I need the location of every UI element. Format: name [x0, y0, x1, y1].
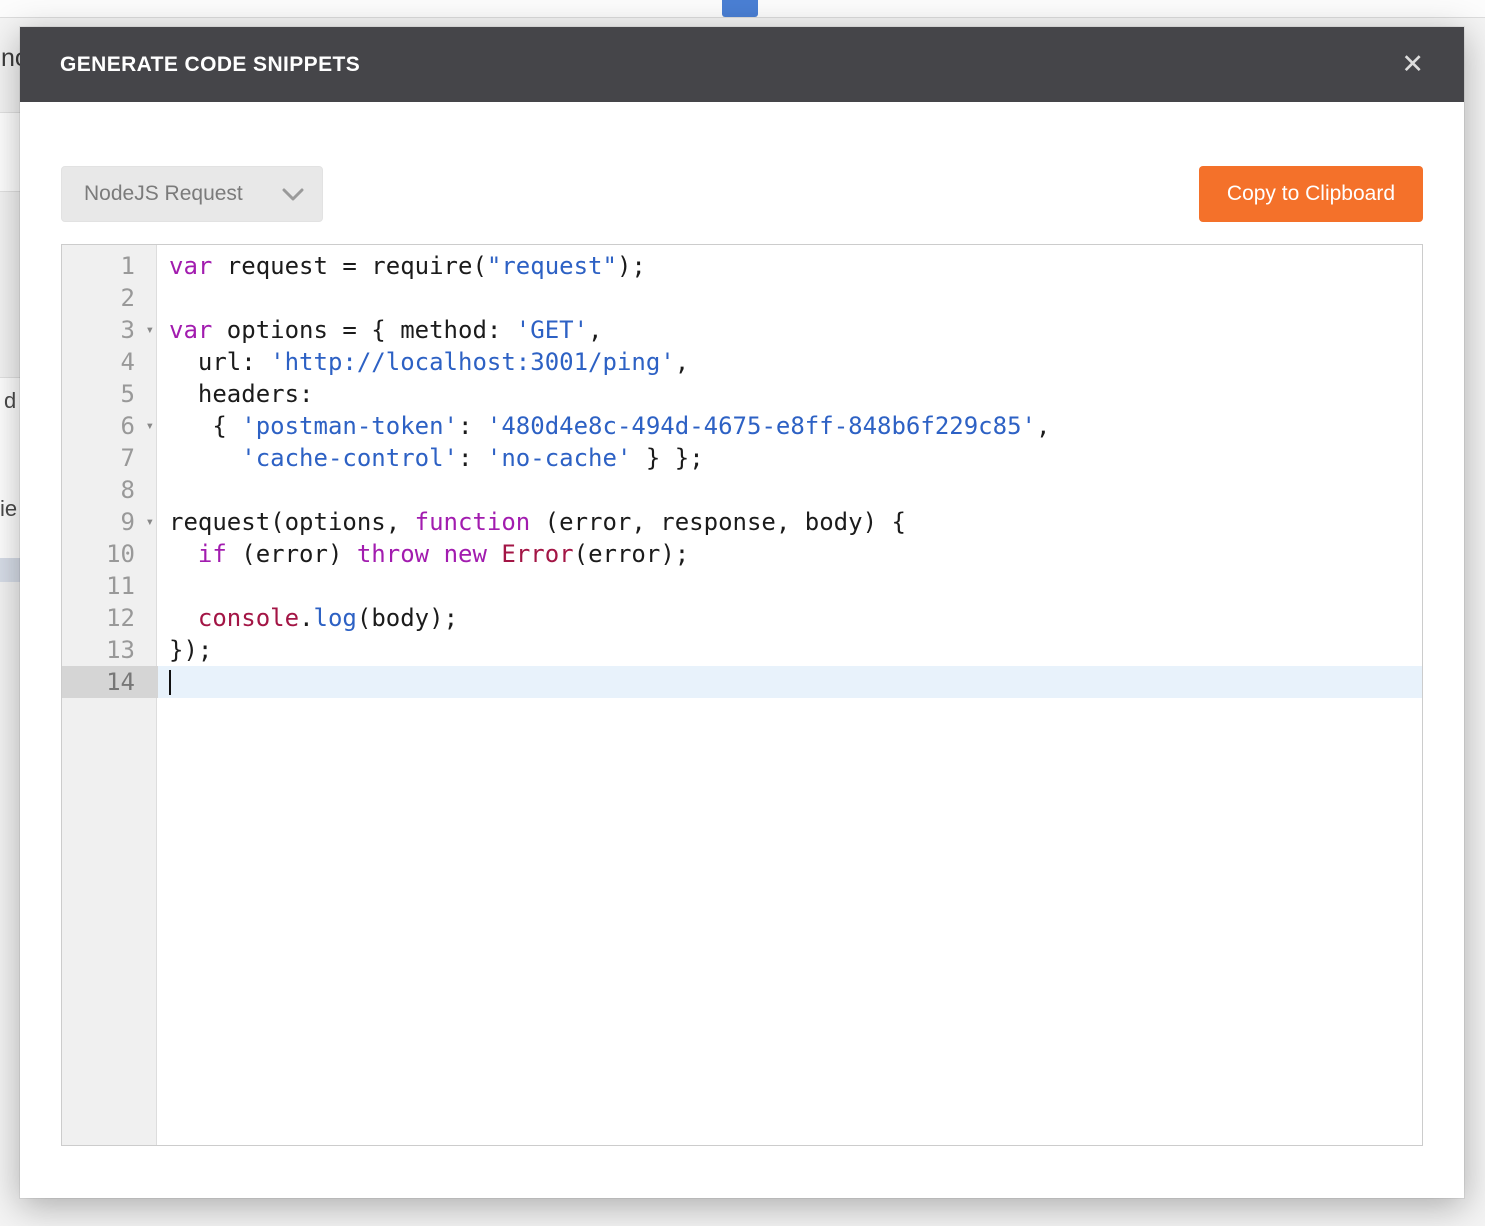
code-text: var request = require("request"); — [169, 252, 646, 280]
background-text-fragment: ie — [0, 496, 18, 521]
code-text: url: 'http://localhost:3001/ping', — [169, 348, 690, 376]
code-line[interactable]: 8 — [62, 474, 1422, 506]
line-number: 2 — [120, 284, 135, 312]
code-line[interactable]: 12 console.log(body); — [62, 602, 1422, 634]
background-selected-row-fragment — [0, 558, 20, 582]
generate-code-snippets-modal: GENERATE CODE SNIPPETS ✕ NodeJS Request … — [20, 27, 1464, 1198]
line-number: 1 — [120, 252, 135, 280]
code-text: var options = { method: 'GET', — [169, 316, 603, 344]
background-panel-fragment — [0, 112, 20, 192]
code-line[interactable]: 6 ▾ { 'postman-token': '480d4e8c-494d-467… — [62, 410, 1422, 442]
fold-marker-icon[interactable]: ▾ — [146, 410, 154, 442]
line-number: 3 ▾ — [120, 314, 154, 346]
language-dropdown-value: NodeJS Request — [84, 182, 243, 205]
code-line[interactable]: 2 — [62, 282, 1422, 314]
line-number: 9 ▾ — [120, 506, 154, 538]
modal-header: GENERATE CODE SNIPPETS ✕ — [20, 27, 1464, 102]
code-text: headers: — [169, 380, 328, 408]
modal-body: NodeJS Request Copy to Clipboard 1 var re… — [20, 102, 1464, 1198]
line-number: 11 — [106, 572, 135, 600]
line-number: 4 — [120, 348, 135, 376]
code-line[interactable]: 11 — [62, 570, 1422, 602]
code-line[interactable]: 3 ▾ var options = { method: 'GET', — [62, 314, 1422, 346]
code-line[interactable]: 10 if (error) throw new Error(error); — [62, 538, 1422, 570]
code-line[interactable]: 14 — [62, 666, 1422, 698]
code-editor[interactable]: 1 var request = require("request"); 2 3 ▾ var… — [61, 244, 1423, 1146]
line-number: 7 — [120, 444, 135, 472]
language-dropdown[interactable]: NodeJS Request — [61, 166, 323, 222]
code-lines: 1 var request = require("request"); 2 3 ▾ var… — [62, 245, 1422, 698]
code-text: request(options, function (error, respon… — [169, 508, 906, 536]
line-number: 5 — [120, 380, 135, 408]
background-text-fragment: d — [4, 388, 17, 413]
line-number: 14 — [62, 666, 158, 698]
code-text — [158, 666, 1422, 698]
code-text: }); — [169, 636, 213, 664]
close-icon[interactable]: ✕ — [1401, 51, 1424, 78]
code-line[interactable]: 4 url: 'http://localhost:3001/ping', — [62, 346, 1422, 378]
line-number: 6 ▾ — [120, 410, 154, 442]
line-number: 10 — [106, 540, 135, 568]
line-number: 8 — [120, 476, 135, 504]
code-text: { 'postman-token': '480d4e8c-494d-4675-e… — [169, 412, 1051, 440]
modal-title: GENERATE CODE SNIPPETS — [60, 52, 361, 76]
code-line[interactable]: 5 headers: — [62, 378, 1422, 410]
fold-marker-icon[interactable]: ▾ — [146, 314, 154, 346]
code-line[interactable]: 7 'cache-control': 'no-cache' } }; — [62, 442, 1422, 474]
fold-marker-icon[interactable]: ▾ — [146, 506, 154, 538]
code-text: 'cache-control': 'no-cache' } }; — [241, 444, 704, 472]
code-text: if (error) throw new Error(error); — [197, 540, 690, 568]
copy-to-clipboard-button[interactable]: Copy to Clipboard — [1198, 166, 1423, 222]
code-line[interactable]: 9 ▾ request(options, function (error, resp… — [62, 506, 1422, 538]
code-line[interactable]: 13}); — [62, 634, 1422, 666]
line-number: 12 — [106, 604, 135, 632]
code-line[interactable]: 1 var request = require("request"); — [62, 250, 1422, 282]
toolbar: NodeJS Request Copy to Clipboard — [61, 166, 1423, 222]
chevron-down-icon — [282, 188, 304, 201]
text-cursor — [169, 670, 171, 695]
background-blue-button-fragment — [722, 0, 758, 17]
line-number: 13 — [106, 636, 135, 664]
code-text: console.log(body); — [197, 604, 459, 632]
